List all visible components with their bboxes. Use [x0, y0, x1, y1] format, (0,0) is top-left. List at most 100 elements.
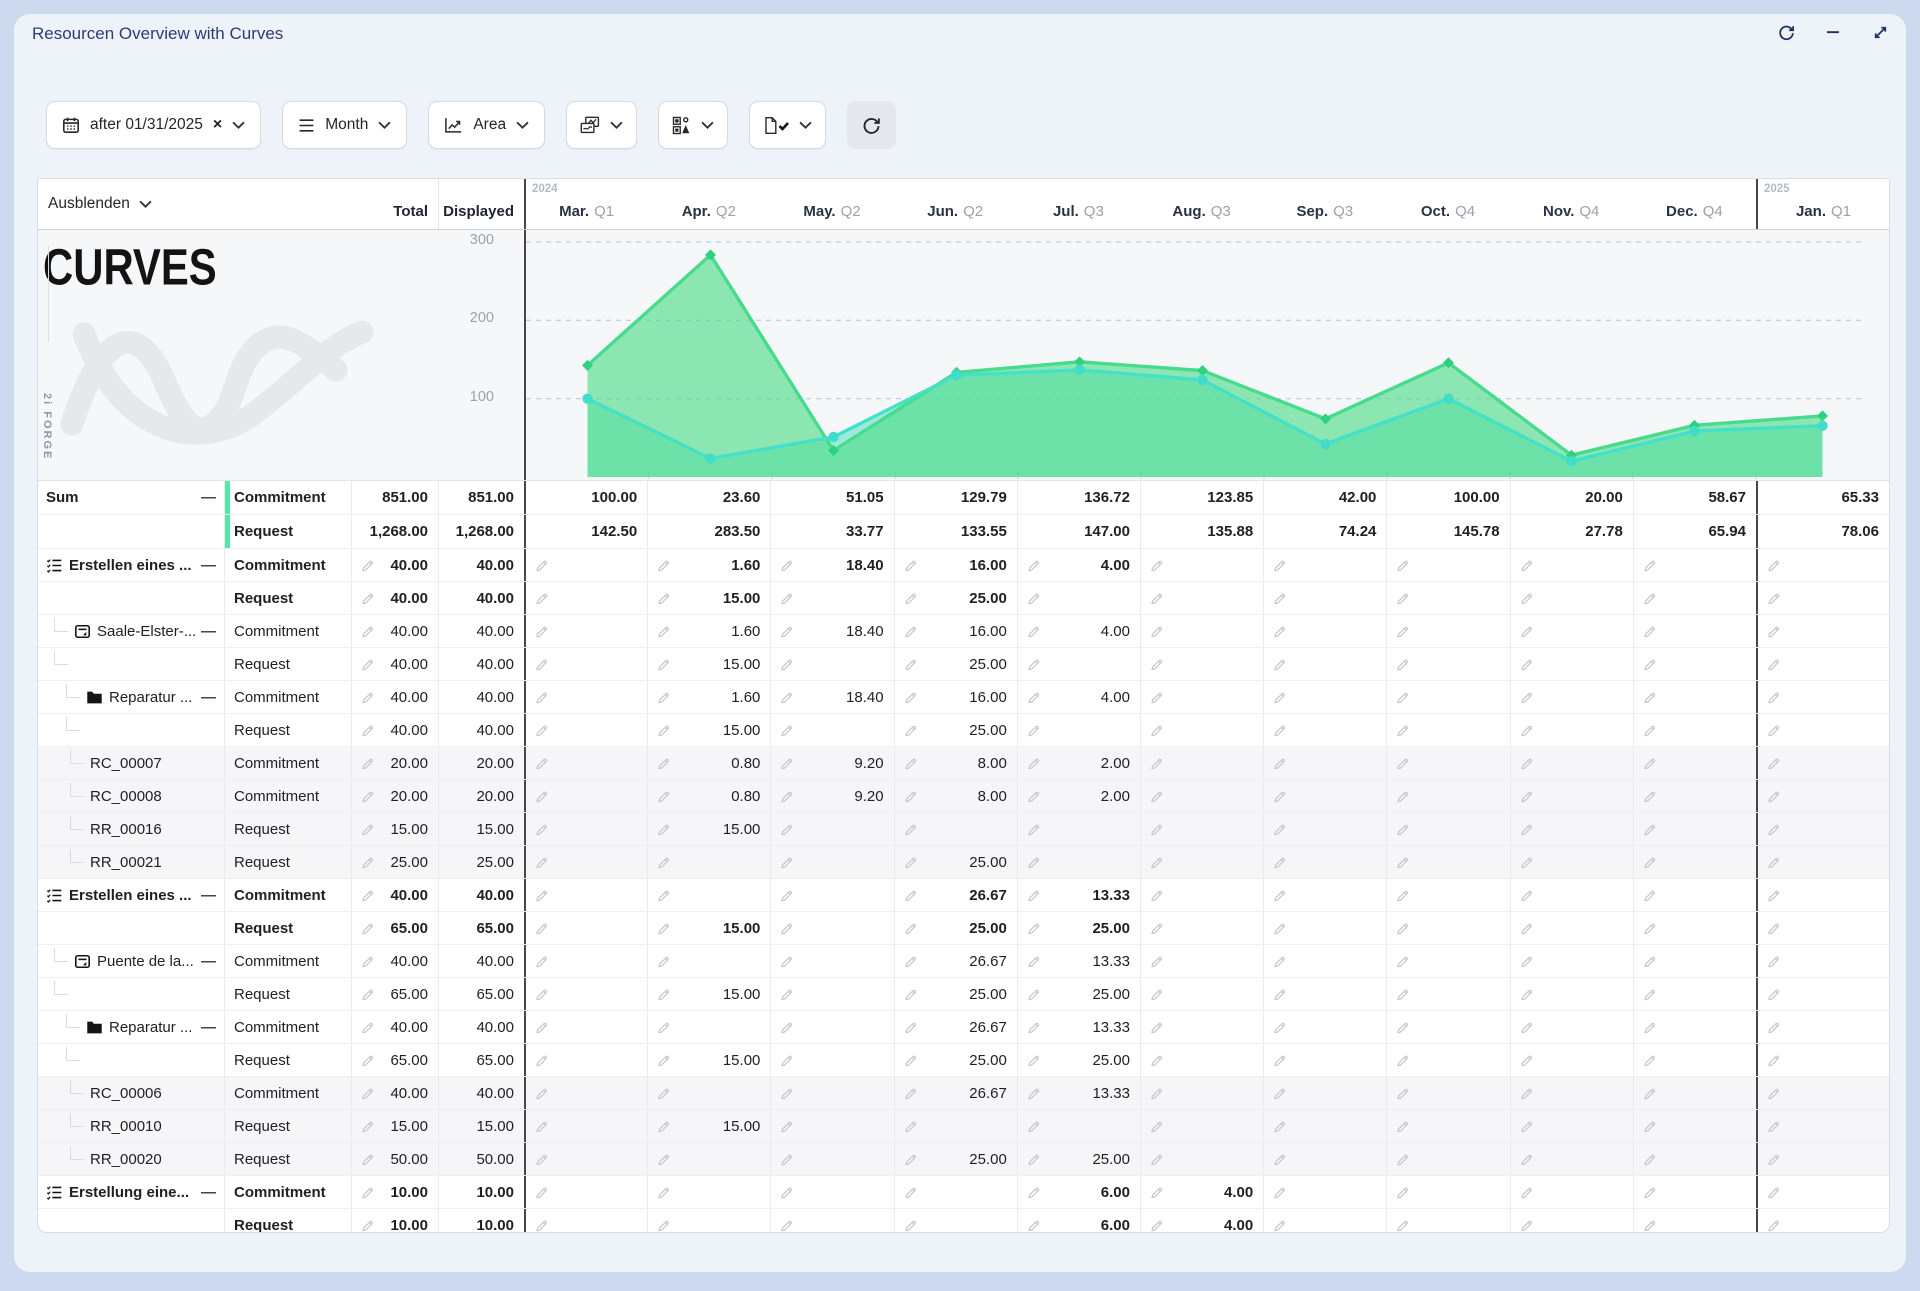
edit-pencil-icon[interactable] [534, 657, 549, 672]
edit-pencil-icon[interactable] [1395, 1086, 1410, 1101]
edit-pencil-icon[interactable] [779, 855, 794, 870]
edit-pencil-icon[interactable] [1395, 954, 1410, 969]
month-value-cell[interactable] [1510, 1011, 1633, 1043]
edit-pencil-icon[interactable] [779, 1053, 794, 1068]
edit-pencil-icon[interactable] [360, 987, 375, 1002]
month-value-cell[interactable] [1756, 780, 1889, 812]
month-value-cell[interactable] [1386, 615, 1509, 647]
edit-pencil-icon[interactable] [1149, 987, 1164, 1002]
edit-pencil-icon[interactable] [779, 1020, 794, 1035]
month-value-cell[interactable]: 18.40 [770, 615, 893, 647]
month-value-cell[interactable] [1510, 1176, 1633, 1208]
edit-pencil-icon[interactable] [1642, 756, 1657, 771]
edit-pencil-icon[interactable] [1642, 558, 1657, 573]
month-value-cell[interactable] [524, 813, 647, 845]
month-value-cell[interactable] [1510, 912, 1633, 944]
month-value-cell[interactable] [647, 879, 770, 911]
month-value-cell[interactable] [1263, 780, 1386, 812]
edit-pencil-icon[interactable] [1272, 1020, 1287, 1035]
edit-pencil-icon[interactable] [903, 591, 918, 606]
total-cell[interactable]: 40.00 [351, 681, 438, 713]
month-value-cell[interactable] [647, 1011, 770, 1043]
month-value-cell[interactable] [647, 1143, 770, 1175]
month-value-cell[interactable]: 1.60 [647, 681, 770, 713]
month-value-cell[interactable] [524, 747, 647, 779]
month-value-cell[interactable] [524, 714, 647, 746]
month-value-cell[interactable]: 4.00 [1140, 1209, 1263, 1233]
edit-pencil-icon[interactable] [1026, 954, 1041, 969]
month-value-cell[interactable] [1633, 681, 1756, 713]
month-value-cell[interactable] [1263, 1209, 1386, 1233]
month-value-cell[interactable]: 13.33 [1017, 1077, 1140, 1109]
edit-pencil-icon[interactable] [1149, 855, 1164, 870]
month-value-cell[interactable] [1017, 846, 1140, 878]
edit-pencil-icon[interactable] [1395, 1218, 1410, 1233]
edit-pencil-icon[interactable] [656, 822, 671, 837]
month-value-cell[interactable]: 15.00 [647, 978, 770, 1010]
month-value-cell[interactable] [1510, 582, 1633, 614]
month-value-cell[interactable] [770, 1176, 893, 1208]
edit-pencil-icon[interactable] [534, 789, 549, 804]
edit-pencil-icon[interactable] [1519, 987, 1534, 1002]
edit-pencil-icon[interactable] [1766, 855, 1781, 870]
month-value-cell[interactable] [1140, 1044, 1263, 1076]
month-value-cell[interactable] [1510, 1143, 1633, 1175]
edit-pencil-icon[interactable] [1149, 888, 1164, 903]
month-value-cell[interactable] [1756, 681, 1889, 713]
month-value-cell[interactable] [1756, 1143, 1889, 1175]
edit-pencil-icon[interactable] [360, 1086, 375, 1101]
month-value-cell[interactable] [647, 846, 770, 878]
month-value-cell[interactable]: 18.40 [770, 681, 893, 713]
month-value-cell[interactable] [1510, 1044, 1633, 1076]
edit-pencil-icon[interactable] [903, 954, 918, 969]
month-value-cell[interactable] [1263, 714, 1386, 746]
edit-pencil-icon[interactable] [1149, 822, 1164, 837]
month-value-cell[interactable]: 26.67 [894, 1011, 1017, 1043]
edit-pencil-icon[interactable] [360, 789, 375, 804]
edit-pencil-icon[interactable] [1766, 888, 1781, 903]
edit-pencil-icon[interactable] [1149, 756, 1164, 771]
month-value-cell[interactable] [1140, 747, 1263, 779]
edit-pencil-icon[interactable] [1149, 591, 1164, 606]
edit-pencil-icon[interactable] [1026, 1218, 1041, 1233]
month-value-cell[interactable] [1263, 945, 1386, 977]
edit-pencil-icon[interactable] [534, 756, 549, 771]
edit-pencil-icon[interactable] [779, 954, 794, 969]
edit-pencil-icon[interactable] [1149, 690, 1164, 705]
month-value-cell[interactable] [1633, 978, 1756, 1010]
month-value-cell[interactable]: 25.00 [894, 582, 1017, 614]
edit-pencil-icon[interactable] [1766, 1185, 1781, 1200]
month-value-cell[interactable] [1633, 780, 1756, 812]
total-cell[interactable]: 40.00 [351, 1011, 438, 1043]
month-value-cell[interactable] [1510, 1209, 1633, 1233]
edit-pencil-icon[interactable] [656, 1053, 671, 1068]
expand-icon[interactable] [1870, 22, 1890, 42]
edit-pencil-icon[interactable] [360, 1152, 375, 1167]
edit-pencil-icon[interactable] [656, 690, 671, 705]
month-value-cell[interactable]: 26.67 [894, 879, 1017, 911]
edit-pencil-icon[interactable] [1395, 987, 1410, 1002]
month-value-cell[interactable] [1510, 780, 1633, 812]
edit-pencil-icon[interactable] [1272, 1185, 1287, 1200]
edit-pencil-icon[interactable] [1395, 855, 1410, 870]
edit-pencil-icon[interactable] [1395, 723, 1410, 738]
edit-pencil-icon[interactable] [1519, 624, 1534, 639]
edit-pencil-icon[interactable] [903, 1086, 918, 1101]
edit-pencil-icon[interactable] [1642, 954, 1657, 969]
edit-pencil-icon[interactable] [534, 690, 549, 705]
edit-pencil-icon[interactable] [1272, 888, 1287, 903]
month-value-cell[interactable]: 25.00 [1017, 1143, 1140, 1175]
edit-pencil-icon[interactable] [1395, 690, 1410, 705]
edit-pencil-icon[interactable] [1766, 1152, 1781, 1167]
edit-pencil-icon[interactable] [1026, 987, 1041, 1002]
edit-pencil-icon[interactable] [534, 888, 549, 903]
month-value-cell[interactable] [1263, 846, 1386, 878]
edit-pencil-icon[interactable] [656, 1020, 671, 1035]
total-cell[interactable]: 65.00 [351, 912, 438, 944]
total-cell[interactable]: 40.00 [351, 1077, 438, 1109]
edit-pencil-icon[interactable] [360, 1185, 375, 1200]
edit-pencil-icon[interactable] [656, 1119, 671, 1134]
edit-pencil-icon[interactable] [1026, 789, 1041, 804]
month-value-cell[interactable] [1633, 615, 1756, 647]
edit-pencil-icon[interactable] [1149, 1020, 1164, 1035]
